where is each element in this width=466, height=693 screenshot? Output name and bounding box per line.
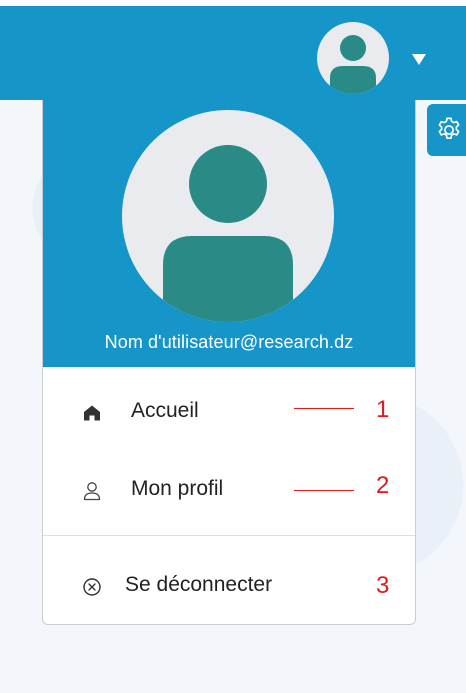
annotation-number: 2	[376, 472, 390, 499]
annotation-number: 1	[376, 396, 390, 423]
menu-item-label: Mon profil	[131, 477, 224, 500]
user-dropdown-menu: Nom d'utilisateur@research.dz Accueil Mo…	[42, 100, 416, 625]
menu-item-mon-profil[interactable]: Mon profil	[43, 460, 415, 520]
annotation-line	[294, 408, 354, 409]
username-email: Nom d'utilisateur@research.dz	[104, 332, 354, 352]
user-avatar-icon	[163, 145, 293, 322]
user-avatar-icon	[330, 35, 376, 94]
menu-item-accueil[interactable]: Accueil	[43, 382, 415, 442]
menu-divider	[43, 535, 415, 536]
annotation-line	[294, 490, 354, 491]
close-circle-icon	[81, 576, 103, 598]
menu-item-logout[interactable]: Se déconnecter	[43, 556, 415, 616]
top-navbar	[0, 0, 466, 100]
dropdown-header: Nom d'utilisateur@research.dz	[43, 100, 415, 367]
avatar-button[interactable]	[317, 22, 389, 94]
annotation-number: 3	[376, 572, 390, 599]
settings-button[interactable]	[427, 104, 466, 156]
menu-item-label: Se déconnecter	[125, 573, 273, 596]
gear-icon	[438, 117, 460, 139]
profile-avatar	[122, 110, 334, 322]
chevron-down-icon[interactable]	[412, 54, 426, 65]
home-icon	[81, 402, 103, 424]
user-icon	[81, 480, 103, 502]
menu-item-label: Accueil	[131, 399, 199, 422]
